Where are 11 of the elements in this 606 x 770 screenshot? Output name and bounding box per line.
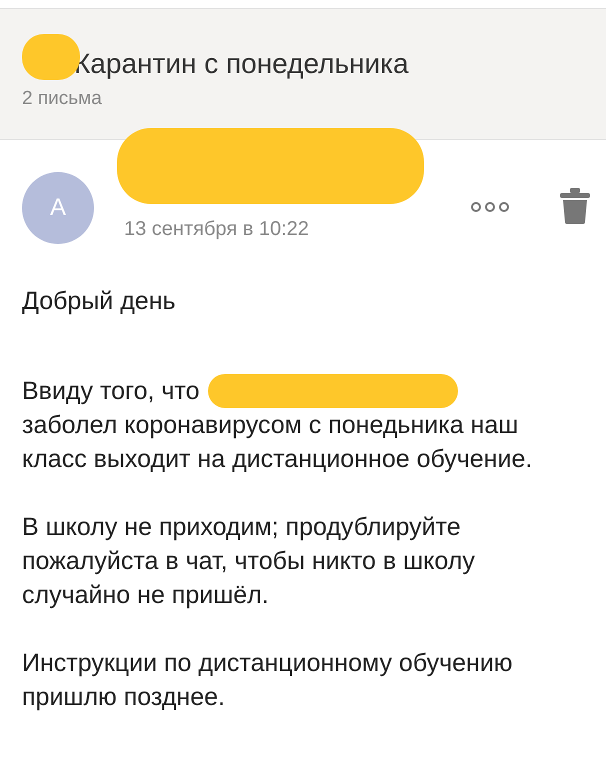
greeting-text: Добрый день [22, 286, 176, 317]
message-count: 2 письма [22, 87, 102, 111]
body-paragraph: заболел коронавирусом с понедьника наш класс выходит на дистанционное обучение. [22, 410, 534, 475]
message-date: 13 сентября в 10:22 [124, 218, 309, 240]
body-text: Ввиду того, что [22, 376, 200, 407]
body-paragraph: Инструкции по дистанционному обучению пришлю позднее. [22, 648, 514, 713]
body-paragraph: В школу не приходим; продублируйте пожалуйста в чат, чтобы никто в школу случайно не пришёл. [22, 512, 476, 611]
more-icon[interactable] [470, 200, 510, 214]
avatar: A [22, 172, 94, 244]
thread-subject: Карантин с понедельника [74, 47, 409, 81]
trash-icon[interactable] [560, 188, 590, 224]
